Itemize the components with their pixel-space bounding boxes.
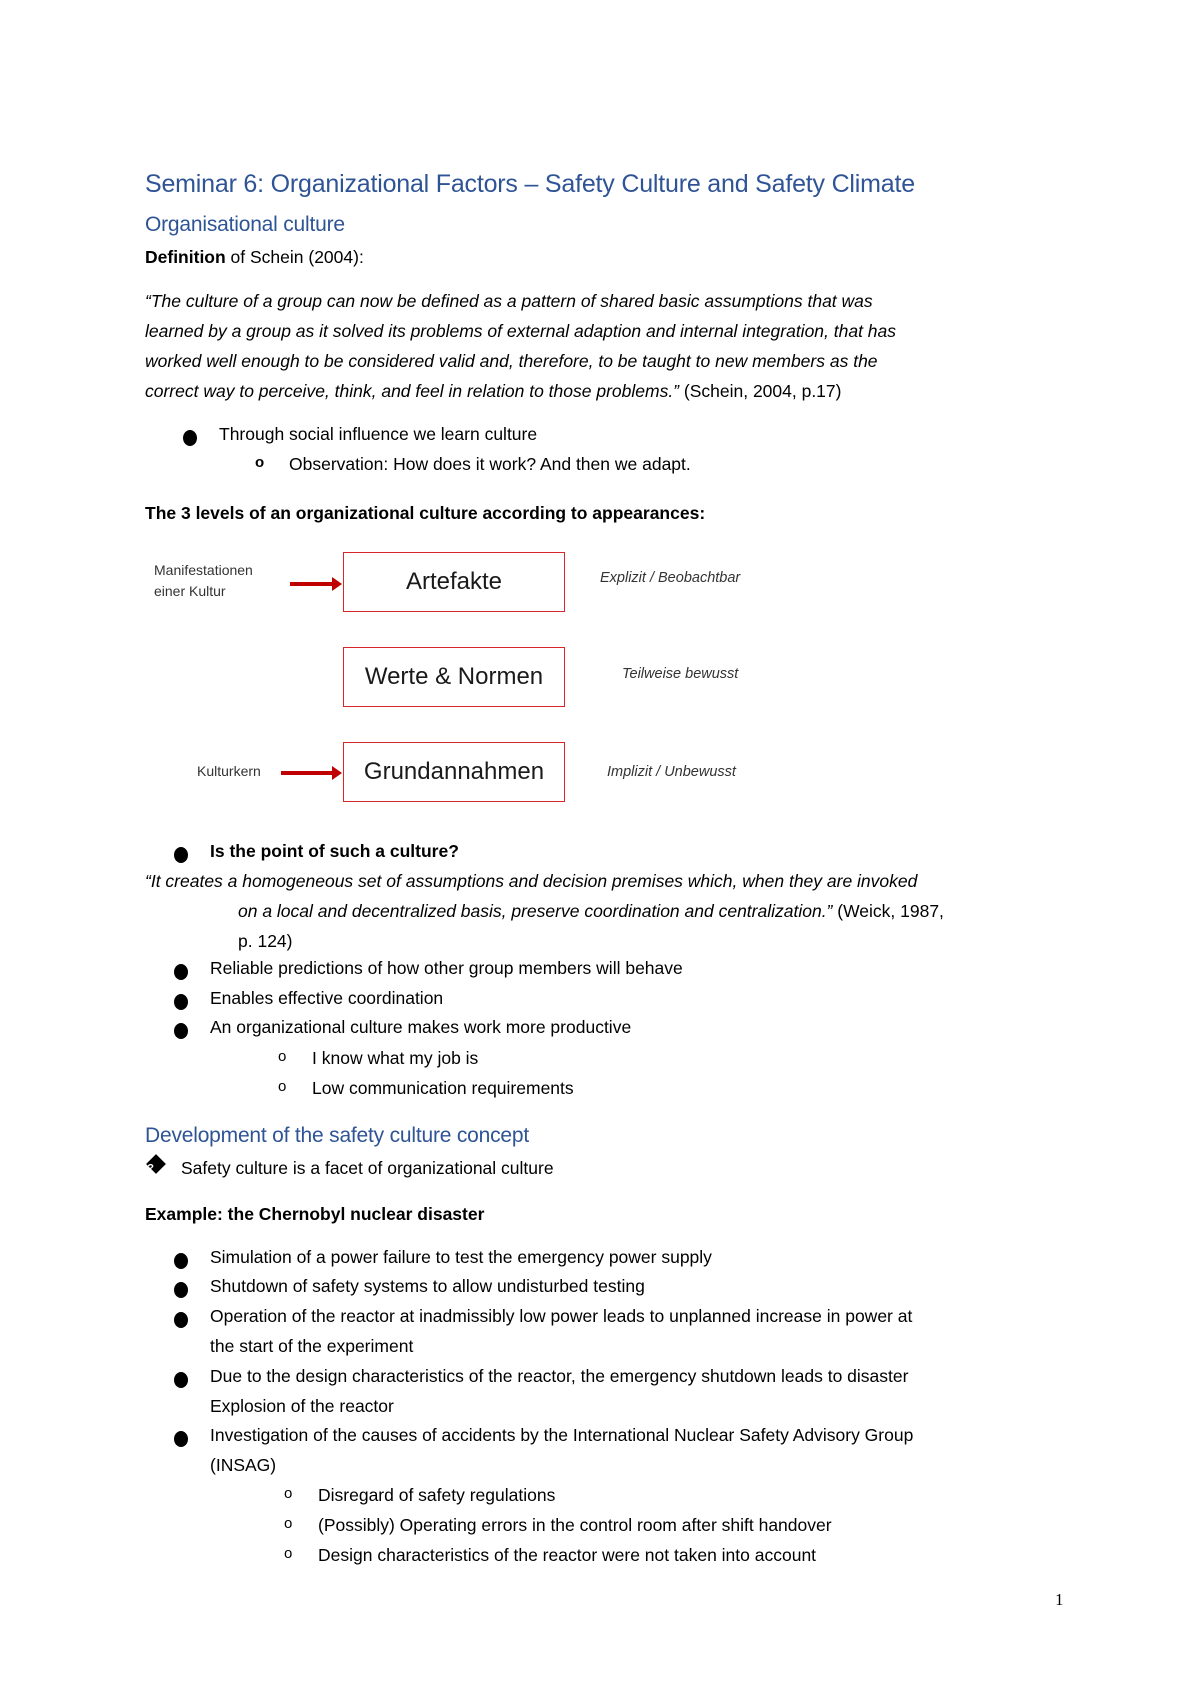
- sub-list-item: o Design characteristics of the reactor …: [284, 1545, 1044, 1571]
- schein-quote-line-1: “The culture of a group can now be defin…: [145, 291, 873, 311]
- weick-quote-line-1: “It creates a homogeneous set of assumpt…: [145, 871, 918, 891]
- arrow-right-icon: [290, 577, 342, 591]
- sub-list-item-text: Design characteristics of the reactor we…: [318, 1545, 817, 1565]
- list-item-text: Shutdown of safety systems to allow undi…: [210, 1276, 645, 1296]
- list-item: Simulation of a power failure to test th…: [174, 1247, 1054, 1273]
- bullet-icon: [174, 1023, 188, 1039]
- diagram-label-kulturkern: Kulturkern: [197, 763, 261, 779]
- list-item: Is the point of such a culture?: [174, 841, 874, 867]
- levels-heading: The 3 levels of an organizational cultur…: [145, 503, 706, 523]
- sub-bullet-icon: o: [278, 1048, 287, 1065]
- diagram-label-manifestations: Manifestationen einer Kultur: [154, 560, 253, 602]
- list-item: Shutdown of safety systems to allow undi…: [174, 1276, 1054, 1302]
- schein-quote-line-2: learned by a group as it solved its prob…: [145, 321, 897, 341]
- sub-list-item-text: Disregard of safety regulations: [318, 1485, 556, 1505]
- example-heading: Example: the Chernobyl nuclear disaster: [145, 1204, 485, 1224]
- list-item-text: Due to the design characteristics of the…: [210, 1366, 909, 1386]
- list-item-text: Investigation of the causes of accidents…: [210, 1425, 914, 1445]
- bullet-icon: [174, 994, 188, 1010]
- weick-citation-page: p. 124): [238, 931, 293, 951]
- bullet-icon: [174, 1372, 188, 1388]
- document-title: Seminar 6: Organizational Factors – Safe…: [145, 170, 915, 198]
- definition-line: Definition of Schein (2004):: [145, 242, 364, 272]
- list-item-text: An organizational culture makes work mor…: [210, 1017, 632, 1037]
- definition-source: of Schein (2004):: [225, 247, 364, 267]
- section-heading-organisational-culture: Organisational culture: [145, 213, 345, 236]
- sub-list-item-text: Observation: How does it work? And then …: [289, 454, 691, 474]
- sub-bullet-icon: o: [284, 1545, 293, 1562]
- page-number: 1: [1055, 1590, 1064, 1609]
- list-item: Enables effective coordination: [174, 988, 974, 1014]
- diagram-box-artefakte: Artefakte: [343, 552, 565, 612]
- sub-list-item: o (Possibly) Operating errors in the con…: [284, 1515, 1044, 1541]
- list-item-text: Reliable predictions of how other group …: [210, 958, 683, 978]
- diagram-box-werte-normen: Werte & Normen: [343, 647, 565, 707]
- list-item-text: Enables effective coordination: [210, 988, 444, 1008]
- schein-quote-end: correct way to perceive, think, and feel…: [145, 381, 680, 401]
- diagram-box-grundannahmen: Grundannahmen: [343, 742, 565, 802]
- sub-list-item: o I know what my job is: [278, 1048, 978, 1074]
- sub-bullet-icon: o: [255, 454, 265, 471]
- diagram-label-line-2: einer Kultur: [154, 583, 226, 599]
- schein-quote-line-3: worked well enough to be considered vali…: [145, 351, 878, 371]
- schein-citation: (Schein, 2004, p.17): [679, 381, 842, 401]
- bullet-icon: [174, 847, 188, 863]
- sub-list-item: o Disregard of safety regulations: [284, 1485, 984, 1511]
- replacement-glyph-icon: [146, 1154, 166, 1174]
- weick-quote-line-2: on a local and decentralized basis, pres…: [238, 896, 944, 926]
- list-item: Due to the design characteristics of the…: [174, 1366, 1054, 1422]
- diagram-desc-explizit: Explizit / Beobachtbar: [600, 570, 741, 586]
- sub-list-item-text: I know what my job is: [312, 1048, 479, 1068]
- list-item-text: Simulation of a power failure to test th…: [210, 1247, 712, 1267]
- arrow-right-icon: [281, 766, 342, 780]
- sub-list-item-text: Low communication requirements: [312, 1078, 574, 1098]
- sub-list-item-text: (Possibly) Operating errors in the contr…: [318, 1515, 832, 1535]
- list-item: Through social influence we learn cultur…: [183, 424, 883, 450]
- definition-label: Definition: [145, 247, 226, 267]
- facet-line: Safety culture is a facet of organizatio…: [145, 1153, 945, 1183]
- list-item: Reliable predictions of how other group …: [174, 958, 974, 984]
- sub-list-item: o Observation: How does it work? And the…: [255, 454, 955, 480]
- bullet-icon: [174, 1312, 188, 1328]
- facet-text: Safety culture is a facet of organizatio…: [181, 1158, 554, 1178]
- list-item-text-continued: Explosion of the reactor: [210, 1396, 394, 1416]
- bullet-icon: [174, 1282, 188, 1298]
- list-item: An organizational culture makes work mor…: [174, 1017, 974, 1043]
- bullet-icon: [174, 1431, 188, 1447]
- weick-quote-end: on a local and decentralized basis, pres…: [238, 901, 833, 921]
- sub-bullet-icon: o: [284, 1485, 293, 1502]
- point-heading: Is the point of such a culture?: [210, 841, 459, 861]
- list-item-text: Through social influence we learn cultur…: [219, 424, 538, 444]
- bullet-icon: [174, 964, 188, 980]
- list-item-text-continued: (INSAG): [210, 1455, 277, 1475]
- sub-bullet-icon: o: [284, 1515, 293, 1532]
- schein-quote-line-4: correct way to perceive, think, and feel…: [145, 376, 841, 406]
- list-item-text: Operation of the reactor at inadmissibly…: [210, 1306, 913, 1326]
- diagram-label-line-1: Manifestationen: [154, 562, 253, 578]
- diagram-desc-implizit: Implizit / Unbewusst: [607, 764, 736, 780]
- list-item: Operation of the reactor at inadmissibly…: [174, 1306, 1054, 1362]
- list-item: Investigation of the causes of accidents…: [174, 1425, 1054, 1481]
- bullet-icon: [174, 1253, 188, 1269]
- sub-bullet-icon: o: [278, 1078, 287, 1095]
- diagram-desc-teilweise: Teilweise bewusst: [622, 666, 739, 682]
- document-page: Seminar 6: Organizational Factors – Safe…: [0, 0, 1200, 1698]
- sub-list-item: o Low communication requirements: [278, 1078, 978, 1104]
- list-item-text-continued: the start of the experiment: [210, 1336, 414, 1356]
- weick-citation: (Weick, 1987,: [832, 901, 944, 921]
- section-heading-development: Development of the safety culture concep…: [145, 1124, 530, 1147]
- bullet-icon: [183, 430, 197, 446]
